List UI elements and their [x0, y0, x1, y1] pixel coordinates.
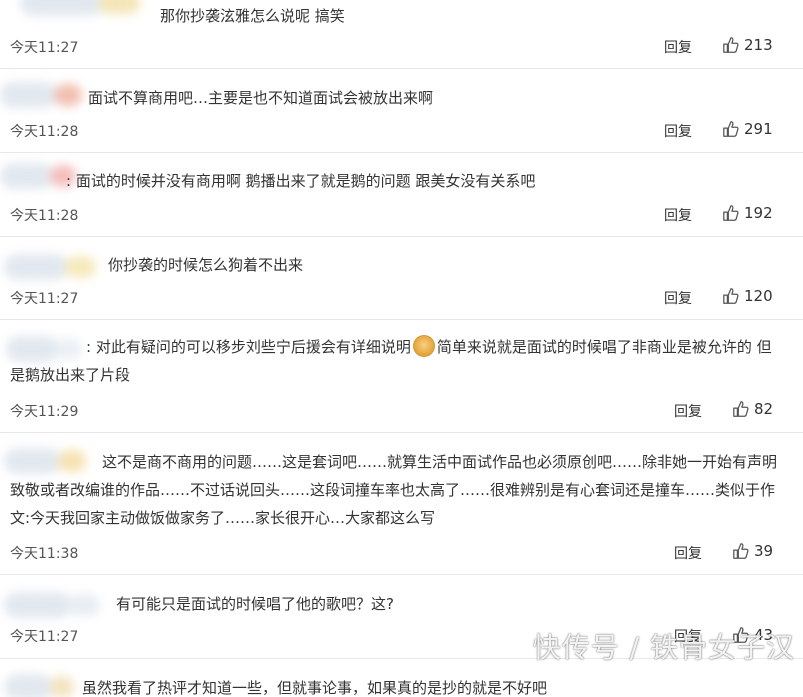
- comment-time: 今天11:27: [10, 40, 79, 56]
- blurred-username: [0, 82, 82, 108]
- reply-button[interactable]: 回复: [664, 205, 692, 225]
- comment-time: 今天11:27: [10, 629, 79, 645]
- like-button[interactable]: 192: [722, 204, 773, 222]
- like-count: 39: [754, 542, 774, 560]
- comment-time: 今天11:28: [10, 208, 79, 224]
- comment-text-part: : 对此有疑问的可以移步刘些宁后援会有详细说明: [86, 338, 411, 356]
- blurred-username: [4, 254, 96, 280]
- thumbs-up-icon: [723, 205, 739, 221]
- reply-button[interactable]: 回复: [664, 288, 692, 308]
- reply-button[interactable]: 回复: [674, 401, 702, 421]
- comment-text: 虽然我看了热评才知道一些，但就事论事，如果真的是抄的就是不好吧: [82, 679, 548, 697]
- thumbs-up-icon: [733, 401, 749, 417]
- comment-time: 今天11:28: [10, 124, 79, 140]
- like-button[interactable]: 82: [732, 400, 773, 418]
- like-button[interactable]: 39: [732, 542, 773, 560]
- reply-button[interactable]: 回复: [664, 121, 692, 141]
- like-button[interactable]: 120: [722, 287, 773, 305]
- comment-text: 面试不算商用吧…主要是也不知道面试会被放出来啊: [88, 89, 434, 107]
- blurred-username: [4, 592, 100, 618]
- like-count: 291: [744, 120, 773, 138]
- comment-text: 有可能只是面试的时候唱了他的歌吧？这?: [116, 595, 394, 613]
- blurred-username: [4, 674, 74, 697]
- comment-time: 今天11:27: [10, 291, 79, 307]
- like-count: 120: [744, 287, 773, 305]
- blurred-username: [0, 163, 76, 189]
- like-count: 213: [744, 36, 773, 54]
- thumbs-up-icon: [723, 121, 739, 137]
- comment-text: 你抄袭的时候怎么狗着不出来: [108, 256, 304, 274]
- thumbs-up-icon: [723, 37, 739, 53]
- reply-button[interactable]: 回复: [674, 543, 702, 563]
- blurred-username: [20, 0, 140, 16]
- comment-time: 今天11:29: [10, 404, 79, 420]
- comment-text: 那你抄袭泫雅怎么说呢 搞笑: [160, 7, 345, 25]
- comment-text: : 对此有疑问的可以移步刘些宁后援会有详细说明 简单来说就是面试的时候唱了非商业是…: [10, 333, 785, 389]
- doge-emoji-icon: [412, 335, 435, 357]
- reply-button[interactable]: 回复: [664, 37, 692, 57]
- like-count: 192: [744, 204, 773, 222]
- comment-time: 今天11:38: [10, 546, 79, 562]
- like-button[interactable]: 213: [722, 36, 773, 54]
- watermark: 快传号 / 铁骨女子汉: [532, 631, 795, 664]
- like-button[interactable]: 291: [722, 120, 773, 138]
- thumbs-up-icon: [723, 288, 739, 304]
- comment-text: 这不是商不商用的问题……这是套词吧……就算生活中面试作品也必须原创吧……除非她一…: [10, 453, 778, 527]
- comment-text: : 面试的时候并没有商用啊 鹅播出来了就是鹅的问题 跟美女没有关系吧: [66, 172, 536, 190]
- like-count: 82: [754, 400, 774, 418]
- thumbs-up-icon: [733, 543, 749, 559]
